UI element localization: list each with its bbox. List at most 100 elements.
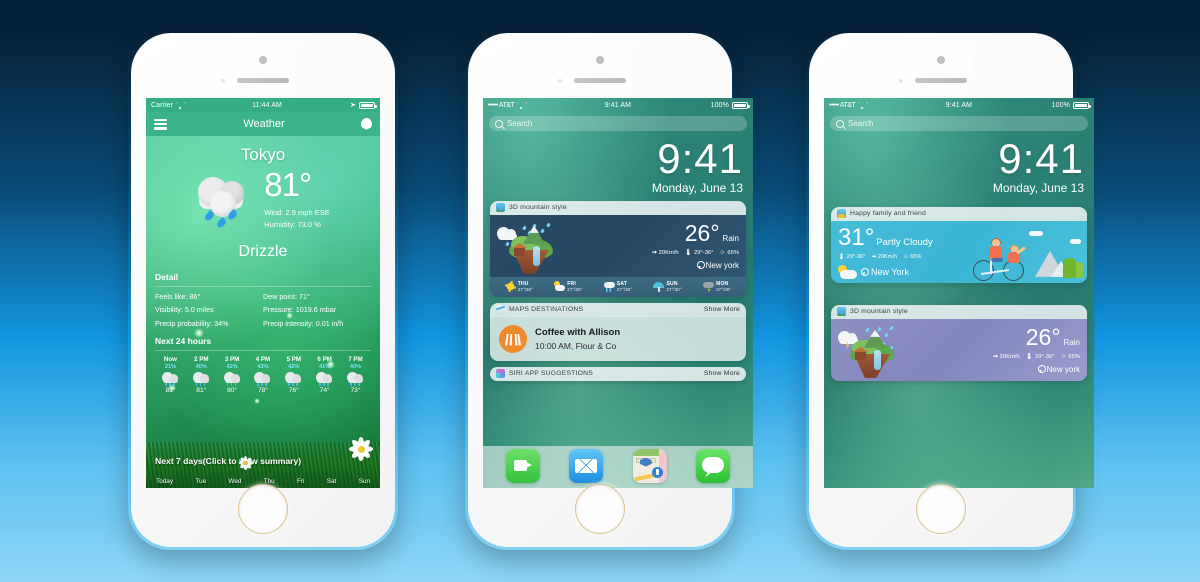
current-conditions-row: 81° Wind: 2.9 mph ESE Humidity: 73.0 % <box>146 167 380 230</box>
battery-icon <box>358 101 377 109</box>
destination-row[interactable]: Coffee with Allison 10:00 AM, Flour & Co <box>490 316 746 361</box>
wind-metric: ⇝ 20Km/h <box>651 249 679 256</box>
hamburger-menu-icon[interactable] <box>154 118 167 130</box>
wallpaper-stage: Carrier 11:44 AM ➤ Weather Tokyo 81° Win… <box>0 0 1200 582</box>
forecast-range: 27°/30° <box>517 287 533 293</box>
weekly-days-row[interactable]: Today Tue Wed Thu Fri Sat Sun <box>146 478 380 485</box>
hour-temp: 81° <box>196 386 207 394</box>
siri-suggestions-card[interactable]: SIRI APP SUGGESTIONS Show More <box>490 366 746 381</box>
weather-widget-card[interactable]: 3D mountain style 26° Rain ⇝ 20Km/h 🌡 29… <box>490 200 746 297</box>
hour-temp: 76° <box>288 386 299 394</box>
carrier-label: Carrier <box>151 101 174 109</box>
proximity-sensor-icon <box>558 79 562 83</box>
widget-title: MAPS DESTINATIONS <box>509 306 584 314</box>
suggested-apps-row <box>483 446 753 488</box>
lock-clock: 9:41 Monday, June 13 <box>824 131 1094 195</box>
wifi-icon <box>858 102 866 109</box>
status-time: 9:41 AM <box>945 101 973 109</box>
home-button[interactable] <box>916 484 966 534</box>
widget-condition: Rain <box>722 233 739 243</box>
search-placeholder: Search <box>848 119 874 128</box>
forecast-day: THU 27°/30° <box>494 281 544 293</box>
search-input[interactable]: Search <box>830 116 1088 131</box>
event-title: Coffee with Allison <box>535 326 621 338</box>
day-label: Thu <box>263 478 275 485</box>
maps-app-icon[interactable] <box>632 448 667 483</box>
widget-header: Happy family and friend <box>831 206 1087 221</box>
wind-icon: ⇝ <box>871 253 877 260</box>
show-more-button[interactable]: Show More <box>704 370 740 377</box>
bokeh-spark <box>286 312 293 319</box>
day-label: Sun <box>358 478 370 485</box>
weather-readout: 26° Rain ⇝ 20Km/h 🌡 29°-36° ☺ 65% New yo… <box>652 220 739 270</box>
mountain-app-icon <box>837 307 846 317</box>
hour-precip: 41% <box>319 363 331 370</box>
location-pin-icon[interactable] <box>361 117 372 131</box>
widget-location: New York <box>871 266 910 277</box>
mail-app-icon[interactable] <box>569 448 604 483</box>
hour-temp: 81° <box>165 386 176 394</box>
search-icon <box>495 119 503 128</box>
phone-1-navbar: Weather <box>146 112 380 136</box>
forecast-range: 27°/30° <box>567 287 583 293</box>
facetime-app-icon[interactable] <box>505 448 540 483</box>
wifi-icon <box>176 102 184 109</box>
battery-percent: 100% <box>710 101 729 109</box>
day-label: Tue <box>195 478 207 485</box>
temp-range-metric: 🌡 29°-36° <box>684 249 714 256</box>
clock-time: 9:41 <box>657 135 743 182</box>
phone-device-3: ••••• AT&T 9:41 AM 100% Search 9:41 Mond… <box>806 30 1094 550</box>
humidity-metric: ☺ 65% <box>719 249 739 256</box>
detail-item: Precip probability: 34% <box>155 318 229 328</box>
widget-forecast-row: THU 27°/30° FRI 27°/30° SAT 27°/30° SUN … <box>490 276 746 297</box>
search-input[interactable]: Search <box>489 116 747 131</box>
hourly-item: 4 PM 43% 78° <box>249 356 278 394</box>
battery-percent: 100% <box>1051 101 1070 109</box>
home-button[interactable] <box>575 484 625 534</box>
hourly-forecast-list[interactable]: Now 21% 81° 2 PM 40% 81° 3 PM 42% 80° 4 … <box>155 356 371 394</box>
page-title: Weather <box>243 118 285 130</box>
show-more-button[interactable]: Show More <box>704 306 740 313</box>
rain-cloud-icon <box>603 281 615 293</box>
widget-header: MAPS DESTINATIONS Show More <box>490 302 746 317</box>
day-label: Sat <box>326 478 337 485</box>
earpiece-speaker <box>915 78 967 83</box>
humidity-value: Humidity: 73.0 % <box>264 219 321 229</box>
phone-2-screen: ••••• AT&T 9:41 AM 100% Search 9:41 Mond… <box>483 98 753 488</box>
hourly-item: 7 PM 40% 73° <box>341 356 370 394</box>
clock-date: Monday, June 13 <box>651 180 743 195</box>
widget-title: SIRI APP SUGGESTIONS <box>509 370 593 378</box>
location-pin-icon <box>696 261 705 270</box>
hourly-item: 3 PM 42% 80° <box>218 356 247 394</box>
location-pin-icon <box>1037 365 1046 374</box>
family-widget-body: 31° Partly Cloudy 🌡 29°-36° ⇝ 20Km/h ☺ 6… <box>831 220 1087 283</box>
hour-label: 4 PM <box>255 355 271 363</box>
humidity-icon: ☺ <box>1060 353 1067 360</box>
rain-cloud-icon <box>285 371 302 386</box>
clock-time: 9:41 <box>998 135 1084 182</box>
maps-destinations-card[interactable]: MAPS DESTINATIONS Show More Coffee with … <box>490 302 746 361</box>
phone-device-2: ••••• AT&T 9:41 AM 100% Search 9:41 Mond… <box>465 30 753 550</box>
rain-cloud-icon <box>192 371 210 386</box>
forecast-day: SAT 27°/30° <box>593 281 643 293</box>
hourly-item: Now 21% 81° <box>156 356 185 394</box>
phone-1-screen: Carrier 11:44 AM ➤ Weather Tokyo 81° Win… <box>146 98 380 488</box>
hourly-item: 2 PM 40% 81° <box>187 356 216 394</box>
hour-temp: 74° <box>319 386 330 394</box>
search-placeholder: Search <box>507 119 533 128</box>
search-icon <box>836 119 844 128</box>
front-camera-icon <box>596 56 604 64</box>
daisy-flower-icon <box>348 436 374 462</box>
family-weather-widget-card[interactable]: Happy family and friend 31° Partly Cloud… <box>831 206 1087 283</box>
weekly-summary-banner[interactable]: Next 7 days(Click to view summary) <box>146 456 380 466</box>
hour-precip: 21% <box>164 363 177 370</box>
lock-clock: 9:41 Monday, June 13 <box>483 131 753 195</box>
mountain-weather-widget-card[interactable]: 3D mountain style 26° Rain ⇝ 20Km/h 🌡 29… <box>831 304 1087 381</box>
messages-app-icon[interactable] <box>696 448 731 483</box>
home-button[interactable] <box>238 484 288 534</box>
floating-island-illustration <box>838 324 904 380</box>
wind-value: Wind: 2.9 mph ESE <box>264 208 330 218</box>
widget-temperature: 26° <box>1025 323 1061 350</box>
weather-widget-body: 26° Rain ⇝ 20Km/h 🌡 29°-36° ☺ 65% New yo… <box>490 214 746 277</box>
front-camera-icon <box>259 56 267 64</box>
